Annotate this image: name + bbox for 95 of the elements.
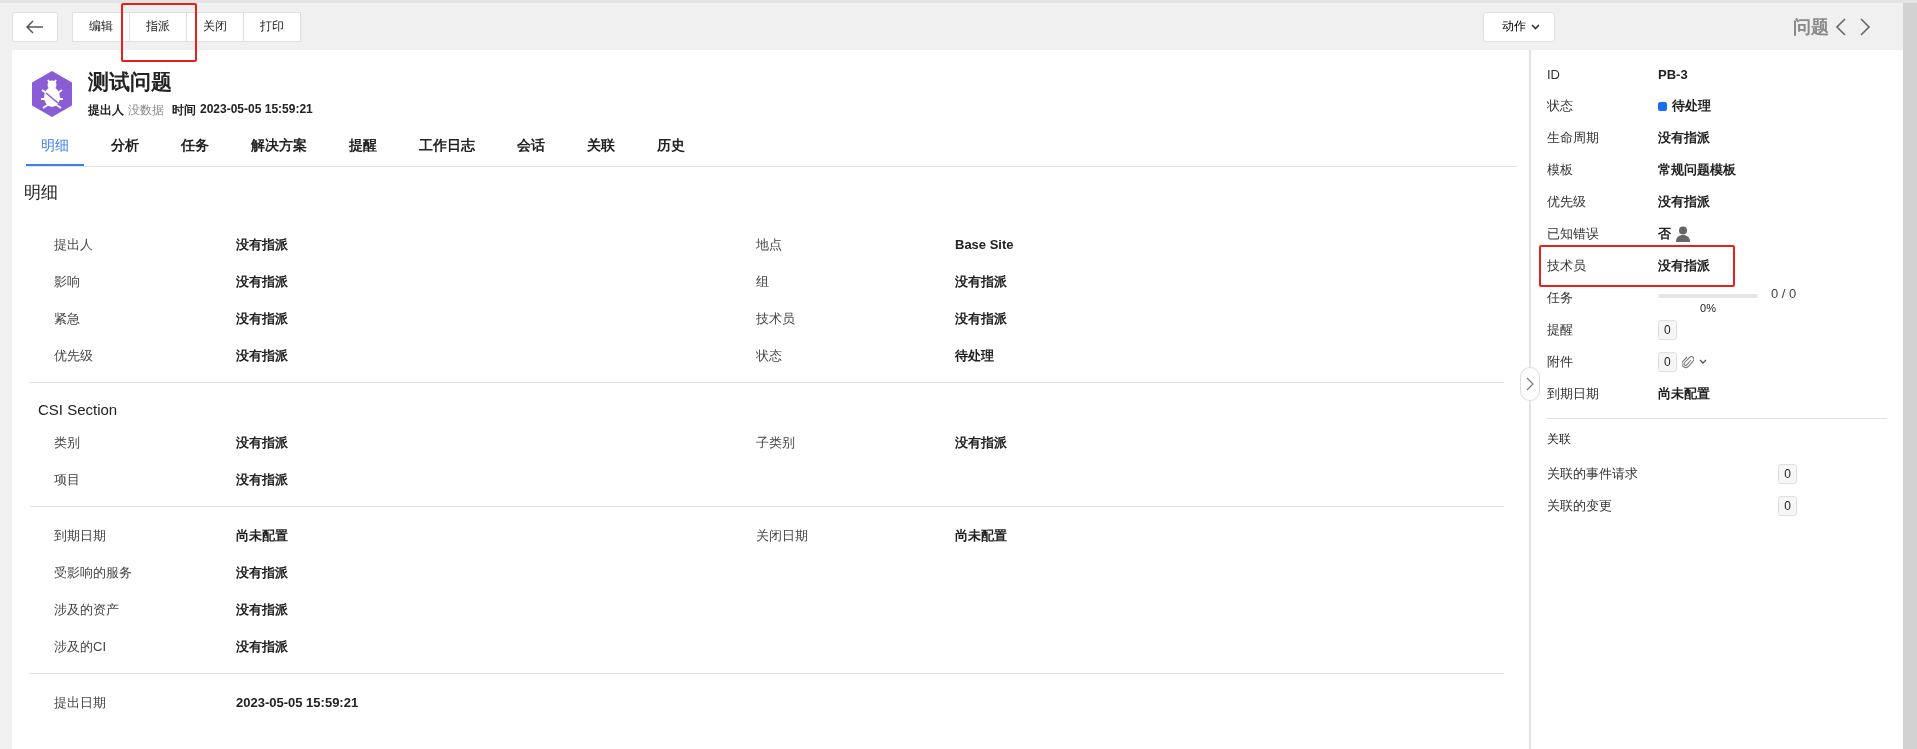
tab[interactable]: 解决方案 [236, 129, 322, 166]
count-badge: 0 [1658, 320, 1677, 340]
person-icon[interactable] [1676, 226, 1690, 242]
progress-percent: 0% [1700, 302, 1716, 314]
count-badge: 0 [1778, 464, 1797, 484]
property-label: 优先级 [1547, 193, 1587, 211]
progress-reading: 0 / 0 [1771, 285, 1797, 301]
meta-label: 提出人 [88, 102, 124, 119]
back-arrow-icon [26, 19, 44, 34]
caret-icon[interactable] [1698, 359, 1707, 365]
property-label: 任务 [1547, 289, 1574, 307]
property-label: 模板 [1547, 161, 1574, 179]
toolbar-button[interactable]: 编辑 [72, 11, 130, 42]
field-value: 尚未配置 [236, 526, 289, 545]
meta-value: 没数据 [128, 102, 164, 119]
caret-icon [1531, 23, 1540, 30]
chevron-right-icon [1526, 377, 1534, 391]
property-value: 常规问题模板 [1658, 161, 1736, 179]
section-heading: 关联 [1547, 431, 1572, 448]
tab[interactable]: 明细 [26, 129, 84, 166]
related-label: 关联的变更 [1547, 497, 1612, 515]
tab[interactable]: 工作日志 [404, 129, 490, 166]
field-value: 没有指派 [236, 433, 289, 452]
field-label: 紧急 [54, 309, 81, 328]
count-badge: 0 [1778, 496, 1797, 516]
field-value: 尚未配置 [955, 526, 1008, 545]
back-button[interactable] [12, 11, 58, 42]
field-value: 没有指派 [236, 346, 289, 365]
field-label: 涉及的CI [54, 637, 107, 656]
property-value: 没有指派 [1658, 193, 1710, 211]
tab[interactable]: 分析 [96, 129, 154, 166]
issue-title: 测试问题 [88, 69, 173, 95]
property-label: 到期日期 [1547, 385, 1600, 403]
field-value: 没有指派 [236, 309, 289, 328]
property-label: 提醒 [1547, 321, 1574, 339]
tab[interactable]: 历史 [642, 129, 700, 166]
field-value: 2023-05-05 15:59:21 [236, 695, 360, 710]
toolbar-button[interactable]: 打印 [243, 11, 301, 42]
tab[interactable]: 关联 [572, 129, 630, 166]
property-label: 技术员 [1547, 257, 1587, 275]
toolbar-button[interactable]: 指派 [129, 11, 187, 42]
property-value: PB-3 [1658, 66, 1688, 82]
field-label: 影响 [54, 272, 81, 291]
field-label: 到期日期 [54, 526, 107, 545]
field-value: 没有指派 [955, 272, 1008, 291]
field-value: 没有指派 [236, 235, 289, 254]
field-label: 涉及的资产 [54, 600, 120, 619]
field-label: 项目 [54, 470, 81, 489]
next-icon[interactable] [1859, 16, 1871, 37]
meta-value: 2023-05-05 15:59:21 [200, 102, 313, 118]
tab[interactable]: 任务 [166, 129, 224, 166]
section-heading: 明细 [24, 182, 59, 204]
property-label: ID [1547, 66, 1561, 82]
field-value: 没有指派 [955, 433, 1008, 452]
paperclip-icon[interactable] [1681, 355, 1694, 369]
field-label: 类别 [54, 433, 81, 452]
field-label: 提出人 [54, 235, 94, 254]
field-label: 地点 [756, 235, 783, 254]
field-label: 状态 [756, 346, 783, 365]
previous-icon[interactable] [1835, 16, 1847, 37]
toolbar-button[interactable]: 关闭 [186, 11, 244, 42]
field-value: 没有指派 [955, 309, 1008, 328]
field-value: 没有指派 [236, 272, 289, 291]
bug-icon [30, 69, 74, 118]
field-value: 没有指派 [236, 637, 289, 656]
field-value: 没有指派 [236, 563, 289, 582]
property-value: 否 [1658, 225, 1671, 243]
field-label: 提出日期 [54, 693, 107, 712]
field-label: 关闭日期 [756, 526, 809, 545]
field-value: 待处理 [955, 346, 995, 365]
property-label: 状态 [1547, 97, 1574, 115]
field-value: 没有指派 [236, 470, 289, 489]
tab[interactable]: 会话 [502, 129, 560, 166]
related-label: 关联的事件请求 [1547, 465, 1638, 483]
property-label: 生命周期 [1547, 129, 1600, 147]
field-label: 受影响的服务 [54, 563, 133, 582]
count-badge: 0 [1658, 352, 1677, 372]
tab[interactable]: 提醒 [334, 129, 392, 166]
status-value: 待处理 [1672, 97, 1711, 115]
action-menu-button[interactable]: 动作 [1483, 11, 1555, 42]
field-value: Base Site [955, 237, 1015, 252]
meta-label: 时间 [172, 102, 196, 119]
property-value: 没有指派 [1658, 257, 1710, 275]
property-value: 没有指派 [1658, 129, 1710, 147]
field-value: 没有指派 [236, 600, 289, 619]
record-type-title: 问题 [1793, 15, 1829, 39]
collapse-handle[interactable] [1520, 367, 1540, 401]
section-title: CSI Section [37, 400, 119, 420]
property-value: 尚未配置 [1658, 385, 1710, 403]
field-label: 优先级 [54, 346, 94, 365]
property-label: 已知错误 [1547, 225, 1600, 243]
property-label: 附件 [1547, 353, 1574, 371]
field-label: 组 [756, 272, 770, 291]
field-label: 技术员 [756, 309, 796, 328]
field-label: 子类别 [756, 433, 796, 452]
